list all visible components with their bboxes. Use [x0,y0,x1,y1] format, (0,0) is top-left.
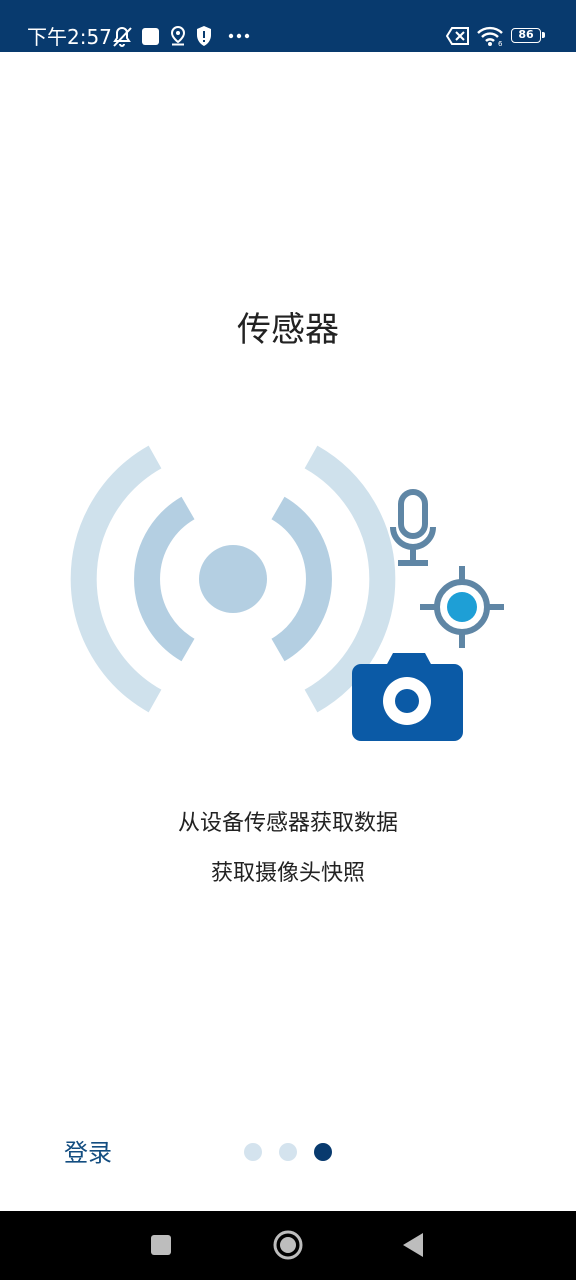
status-bar: 下午2:57 6 86 [0,0,576,52]
back-button[interactable] [401,1232,425,1258]
app-square-icon [142,28,159,45]
page-title: 传感器 [237,310,339,350]
login-button[interactable]: 登录 [64,1137,112,1169]
battery-level: 86 [518,28,534,41]
recent-apps-button[interactable] [150,1234,172,1256]
more-icon [228,33,250,39]
description-line-2: 获取摄像头快照 [210,861,365,886]
location-icon [170,26,186,46]
location-target-icon [420,566,504,648]
svg-text:6: 6 [498,40,503,47]
microphone-icon [390,489,436,566]
no-sim-icon [446,27,469,45]
shield-icon [197,26,211,46]
wifi-icon: 6 [477,26,503,47]
home-button[interactable] [272,1229,304,1261]
navigation-bar [0,1211,576,1280]
page-dot-2 [279,1143,297,1161]
clock: 下午2:57 [27,25,112,49]
signal-waves-icon [70,445,396,713]
camera-icon [352,653,463,741]
description-line-1: 从设备传感器获取数据 [177,811,398,836]
sensor-illustration [70,445,504,741]
muted-notification-icon [113,26,132,47]
page-dot-1 [244,1143,262,1161]
battery-icon: 86 [511,28,545,43]
page-dot-3-active [314,1143,332,1161]
